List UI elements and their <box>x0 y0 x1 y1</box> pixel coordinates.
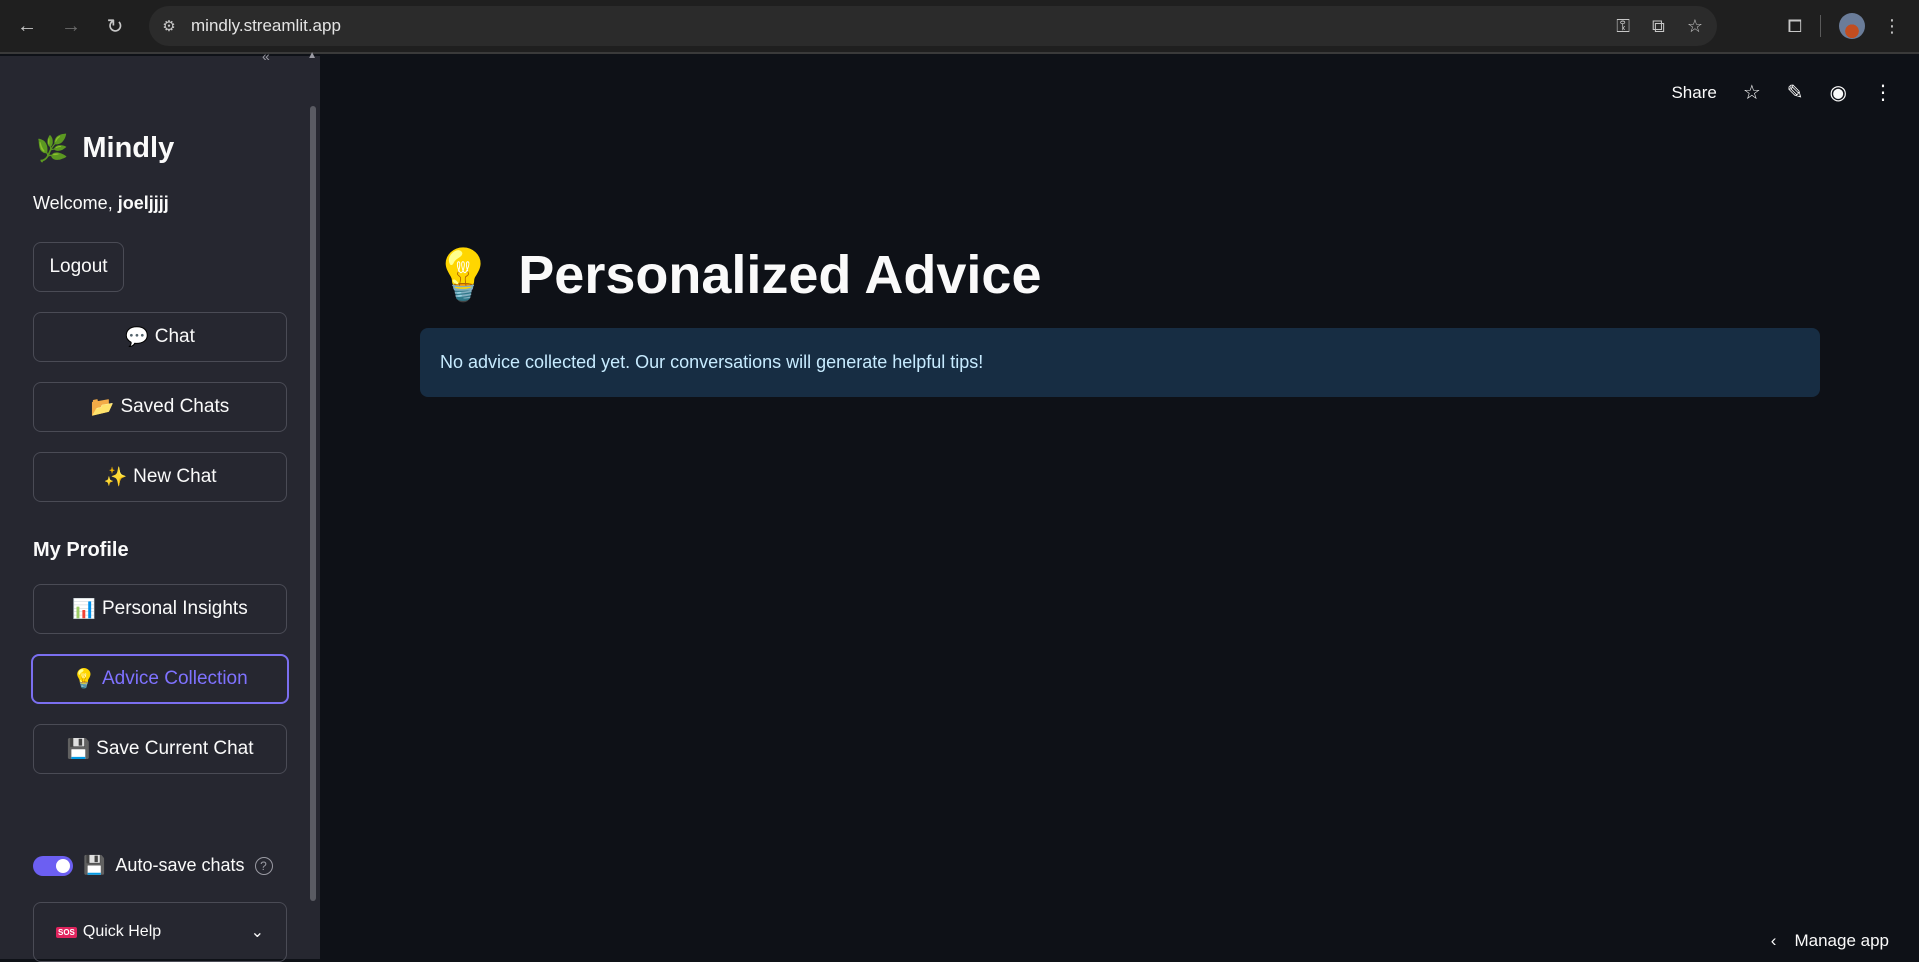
app-header-actions: Share ☆ ✎ ◉ ⋮ <box>1671 80 1893 105</box>
saved-chats-button[interactable]: 📂 Saved Chats <box>33 382 287 432</box>
info-message: No advice collected yet. Our conversatio… <box>440 352 984 372</box>
address-bar[interactable]: ⚙ mindly.streamlit.app ⚿ ⧉ ☆ <box>149 6 1717 46</box>
url-text[interactable]: mindly.streamlit.app <box>191 16 341 36</box>
bar-chart-icon: 📊 <box>72 599 96 620</box>
sos-icon: SOS <box>56 926 77 938</box>
collapse-sidebar-icon[interactable]: « <box>262 48 270 64</box>
profile-avatar[interactable] <box>1839 13 1865 39</box>
quick-help-label: Quick Help <box>82 923 162 940</box>
chevron-down-icon: ⌄ <box>250 924 264 941</box>
lightbulb-icon: 💡 <box>432 246 495 303</box>
edit-pencil-icon[interactable]: ✎ <box>1787 80 1804 105</box>
advice-collection-button[interactable]: 💡 Advice Collection <box>31 654 289 704</box>
forward-button[interactable]: → <box>49 4 93 48</box>
scroll-up-arrow-icon[interactable]: ▲ <box>307 50 317 61</box>
autosave-label: Auto-save chats <box>115 855 245 875</box>
new-chat-button[interactable]: ✨ New Chat <box>33 452 287 502</box>
chevron-left-icon: ‹ <box>1770 931 1777 950</box>
floppy-disk-icon: 💾 <box>83 855 106 875</box>
speech-bubble-icon: 💬 <box>125 327 149 348</box>
browser-toolbar: ← → ↻ ⚙ mindly.streamlit.app ⚿ ⧉ ☆ ⧠ ⋮ <box>0 0 1919 54</box>
save-current-chat-label: Save Current Chat <box>96 738 254 759</box>
brand-name: Mindly <box>82 132 175 164</box>
brand: 🌿 Mindly <box>36 132 174 165</box>
reload-icon: ↻ <box>106 15 124 38</box>
toolbar-divider <box>1820 15 1821 37</box>
folder-icon: 📂 <box>90 397 115 418</box>
sidebar-scrollbar[interactable] <box>310 106 316 901</box>
forward-arrow-icon: → <box>61 14 81 37</box>
star-icon[interactable]: ☆ <box>1743 80 1761 105</box>
share-button[interactable]: Share <box>1671 83 1716 103</box>
welcome-text: Welcome, joeljjjj <box>33 193 169 214</box>
quick-help-expander[interactable]: SOS Quick Help ⌄ <box>33 902 287 962</box>
back-button[interactable]: ← <box>5 4 49 48</box>
herb-icon: 🌿 <box>36 133 69 163</box>
chat-button[interactable]: 💬 Chat <box>33 312 287 362</box>
sparkles-icon: ✨ <box>103 467 128 488</box>
site-settings-icon[interactable]: ⚙ <box>149 17 189 35</box>
lightbulb-icon: 💡 <box>72 669 96 690</box>
main-content: Share ☆ ✎ ◉ ⋮ 💡 Personalized Advice No a… <box>320 56 1919 959</box>
bookmark-star-icon[interactable]: ☆ <box>1687 16 1703 37</box>
saved-chats-label: Saved Chats <box>120 396 230 417</box>
manage-app-label: Manage app <box>1794 931 1889 950</box>
key-icon[interactable]: ⚿ <box>1616 16 1630 37</box>
github-icon[interactable]: ◉ <box>1830 80 1847 105</box>
page-title: 💡 Personalized Advice <box>432 244 1041 306</box>
manage-app-button[interactable]: ‹ Manage app <box>1771 931 1889 951</box>
extensions-icon[interactable]: ⧠ <box>1788 16 1802 37</box>
autosave-row: 💾 Auto-save chats ? <box>33 855 273 876</box>
new-chat-label: New Chat <box>133 466 217 487</box>
my-profile-heading: My Profile <box>33 539 129 561</box>
browser-menu-icon[interactable]: ⋮ <box>1883 16 1901 37</box>
sidebar: « ▲ 🌿 Mindly Welcome, joeljjjj Logout 💬 … <box>0 48 320 962</box>
username: joeljjjj <box>117 193 169 213</box>
info-alert: No advice collected yet. Our conversatio… <box>420 328 1820 397</box>
welcome-prefix: Welcome, <box>33 193 113 213</box>
back-arrow-icon: ← <box>17 14 37 37</box>
floppy-disk-icon: 💾 <box>66 739 91 760</box>
save-current-chat-button[interactable]: 💾 Save Current Chat <box>33 724 287 774</box>
install-app-icon[interactable]: ⧉ <box>1652 16 1665 37</box>
autosave-toggle[interactable] <box>33 855 73 876</box>
advice-collection-label: Advice Collection <box>101 668 248 689</box>
logout-button[interactable]: Logout <box>33 242 124 292</box>
help-question-icon[interactable]: ? <box>254 856 273 875</box>
personal-insights-button[interactable]: 📊 Personal Insights <box>33 584 287 634</box>
chat-label: Chat <box>154 326 195 347</box>
logout-label: Logout <box>49 256 108 277</box>
reload-button[interactable]: ↻ <box>93 4 137 48</box>
personal-insights-label: Personal Insights <box>101 598 248 619</box>
more-menu-icon[interactable]: ⋮ <box>1873 80 1893 105</box>
page-title-text: Personalized Advice <box>518 245 1042 305</box>
